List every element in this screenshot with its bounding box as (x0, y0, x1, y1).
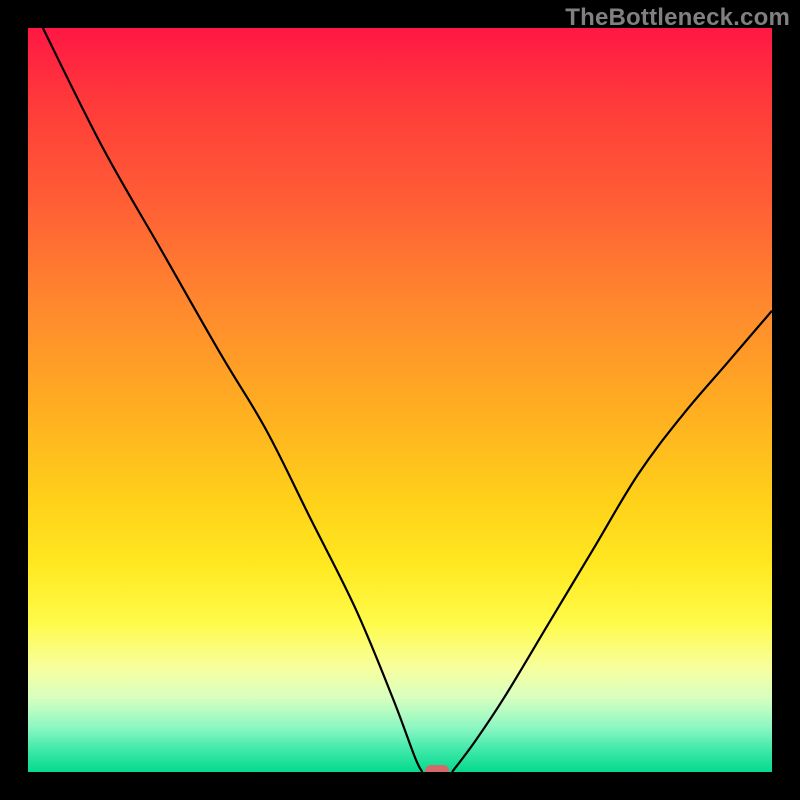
curve-layer (28, 28, 772, 772)
left-branch-curve (43, 28, 422, 772)
bottleneck-marker (425, 765, 449, 772)
watermark-text: TheBottleneck.com (565, 4, 790, 32)
chart-frame: TheBottleneck.com (0, 0, 800, 800)
plot-area (28, 28, 772, 772)
right-branch-curve (452, 311, 772, 772)
